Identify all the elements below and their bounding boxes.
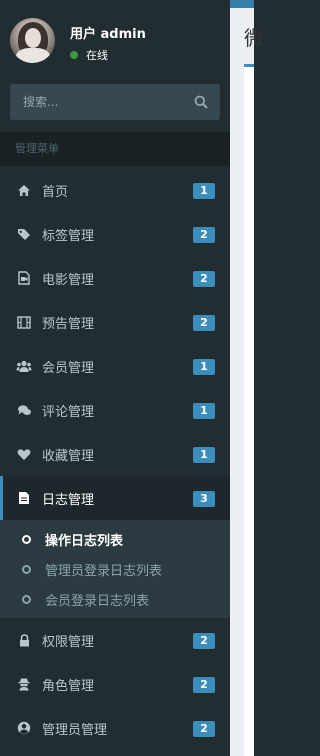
lock-icon — [16, 632, 32, 648]
count-badge: 2 — [193, 677, 215, 693]
count-badge: 3 — [193, 491, 215, 507]
video-file-icon — [16, 270, 32, 286]
user-name: 用户 admin — [70, 27, 146, 42]
submenu-item-label: 操作日志列表 — [45, 533, 124, 549]
count-badge: 2 — [193, 315, 215, 331]
count-badge: 1 — [193, 183, 215, 199]
tags-icon — [16, 226, 32, 242]
user-secret-icon — [16, 676, 32, 692]
circle-icon — [22, 564, 31, 574]
count-badge: 1 — [193, 359, 215, 375]
user-panel: 用户 admin 在线 — [0, 8, 230, 74]
file-text-icon — [16, 490, 32, 506]
sidebar-item-home[interactable]: 首页 1 — [0, 168, 230, 212]
circle-icon — [22, 534, 31, 544]
heart-icon — [16, 446, 32, 462]
online-dot-icon — [70, 51, 78, 59]
sidebar-item-members[interactable]: 会员管理 1 — [0, 344, 230, 388]
sidebar-search — [10, 84, 220, 120]
submenu-item-member-login-log[interactable]: 会员登录日志列表 — [0, 584, 230, 614]
comments-icon — [16, 402, 32, 418]
content-box — [244, 67, 254, 756]
page-title: 微 — [244, 26, 264, 50]
sidebar-item-roles[interactable]: 角色管理 2 — [0, 662, 230, 706]
submenu-item-label: 管理员登录日志列表 — [45, 563, 163, 579]
home-icon — [16, 182, 32, 198]
sidebar-item-movies[interactable]: 电影管理 2 — [0, 256, 230, 300]
content-area: 微 — [230, 8, 264, 756]
users-icon — [16, 358, 32, 374]
sidebar: 用户 admin 在线 管理菜单 首页 1 标签管理 2 电影管理 2 — [0, 0, 230, 756]
sidebar-item-permissions[interactable]: 权限管理 2 — [0, 618, 230, 662]
count-badge: 1 — [193, 403, 215, 419]
user-status: 在线 — [70, 47, 108, 63]
log-submenu: 操作日志列表 管理员登录日志列表 会员登录日志列表 — [0, 520, 230, 618]
count-badge: 2 — [193, 721, 215, 737]
sidebar-menu: 首页 1 标签管理 2 电影管理 2 预告管理 2 会员管理 1 评论管理 1 — [0, 168, 230, 750]
search-icon[interactable] — [194, 95, 208, 109]
sidebar-item-admins[interactable]: 管理员管理 2 — [0, 706, 230, 750]
search-input[interactable] — [10, 84, 185, 120]
submenu-item-admin-login-log[interactable]: 管理员登录日志列表 — [0, 554, 230, 584]
sidebar-item-logs[interactable]: 日志管理 3 — [0, 476, 230, 520]
user-circle-icon — [16, 720, 32, 736]
sidebar-item-favorites[interactable]: 收藏管理 1 — [0, 432, 230, 476]
submenu-item-label: 会员登录日志列表 — [45, 593, 150, 609]
status-label: 在线 — [86, 49, 108, 62]
count-badge: 2 — [193, 227, 215, 243]
sidebar-item-trailers[interactable]: 预告管理 2 — [0, 300, 230, 344]
film-icon — [16, 314, 32, 330]
menu-header: 管理菜单 — [0, 132, 230, 166]
avatar — [10, 18, 55, 63]
submenu-item-operation-log[interactable]: 操作日志列表 — [0, 524, 230, 554]
count-badge: 2 — [193, 633, 215, 649]
circle-icon — [22, 594, 31, 604]
count-badge: 1 — [193, 447, 215, 463]
sidebar-item-tags[interactable]: 标签管理 2 — [0, 212, 230, 256]
count-badge: 2 — [193, 271, 215, 287]
sidebar-item-comments[interactable]: 评论管理 1 — [0, 388, 230, 432]
